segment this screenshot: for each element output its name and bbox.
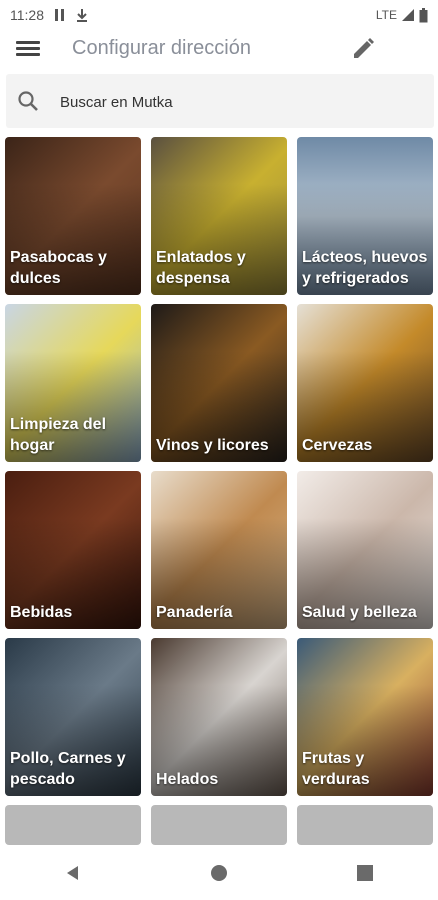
category-tile[interactable]: Panadería — [151, 471, 287, 629]
category-label: Enlatados y despensa — [156, 249, 246, 287]
signal-icon — [402, 9, 414, 21]
category-label: Bebidas — [10, 604, 73, 621]
category-tile[interactable]: Helados — [151, 638, 287, 796]
battery-icon — [419, 7, 428, 22]
category-tile[interactable]: Cervezas — [297, 304, 433, 462]
category-tile[interactable]: Salud y belleza — [297, 471, 433, 629]
category-label: Lácteos, huevos y refrigerados — [302, 249, 428, 287]
category-label: Vinos y licores — [156, 437, 269, 454]
download-icon — [77, 9, 87, 22]
category-tile[interactable]: Frutas y verduras — [297, 638, 433, 796]
hamburger-menu-icon[interactable] — [14, 38, 42, 62]
category-tile[interactable]: Enlatados y despensa — [151, 137, 287, 295]
category-label: Pollo, Carnes y pescado — [10, 750, 126, 788]
category-label: Helados — [156, 771, 219, 788]
category-tile-placeholder[interactable] — [297, 805, 433, 845]
app-title[interactable]: Configurar dirección — [72, 37, 251, 60]
network-type: LTE — [375, 8, 397, 22]
category-label: Cervezas — [302, 437, 373, 454]
home-icon[interactable] — [199, 853, 239, 893]
category-label: Pasabocas y dulces — [10, 249, 107, 287]
status-bar: 11:28 LTE — [0, 0, 438, 30]
search-bar[interactable] — [6, 74, 434, 128]
category-tile[interactable]: Lácteos, huevos y refrigerados — [297, 137, 433, 295]
recents-icon[interactable] — [345, 853, 385, 893]
category-tile[interactable]: Limpieza del hogar — [5, 304, 141, 462]
category-tile-placeholder[interactable] — [5, 805, 141, 845]
category-tile[interactable]: Pasabocas y dulces — [5, 137, 141, 295]
search-icon — [18, 91, 38, 111]
system-nav-bar — [0, 845, 438, 900]
search-input[interactable] — [58, 87, 422, 117]
pencil-icon[interactable] — [350, 36, 376, 62]
app-bar: Configurar dirección — [0, 30, 438, 70]
category-label: Frutas y verduras — [302, 750, 370, 788]
sim-icon — [55, 9, 64, 21]
category-tile[interactable]: Bebidas — [5, 471, 141, 629]
category-tile[interactable]: Vinos y licores — [151, 304, 287, 462]
category-label: Salud y belleza — [302, 604, 417, 621]
back-icon[interactable] — [53, 853, 93, 893]
status-time: 11:28 — [10, 7, 44, 23]
category-label: Limpieza del hogar — [10, 416, 107, 454]
category-tile-placeholder[interactable] — [151, 805, 287, 845]
category-tile[interactable]: Pollo, Carnes y pescado — [5, 638, 141, 796]
category-label: Panadería — [156, 604, 233, 621]
